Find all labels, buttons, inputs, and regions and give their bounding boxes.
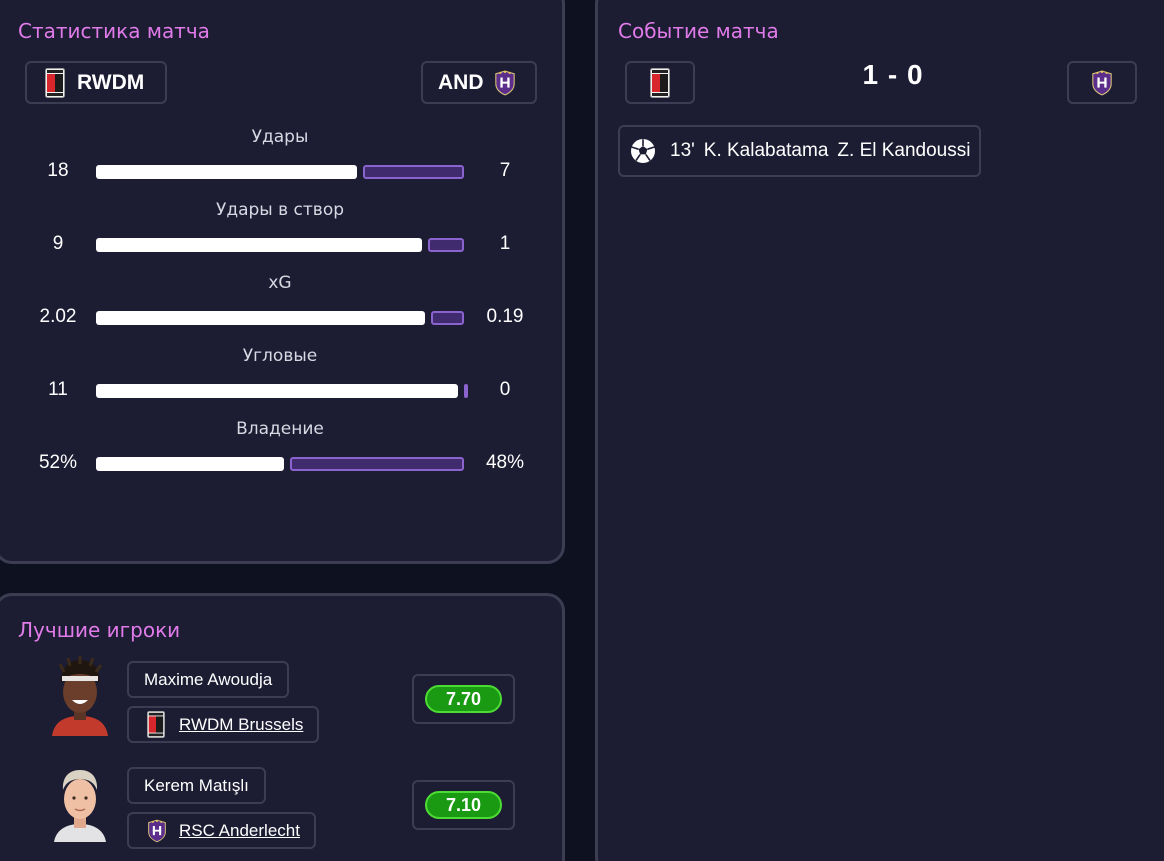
home-team-chip[interactable]: [625, 61, 695, 104]
stat-away-bar: [431, 311, 464, 325]
event-scorer: K. Kalabatama: [703, 140, 829, 161]
home-team-abbr: RWDM: [77, 70, 145, 94]
stat-away-value: 1: [499, 233, 511, 254]
stat-label: Удары в створ: [215, 200, 345, 220]
panel-title: Событие матча: [618, 19, 779, 43]
stat-away-bar: [428, 238, 464, 252]
stat-home-value: 18: [47, 160, 69, 181]
rating-box: 7.10: [412, 780, 515, 830]
match-score: 1 - 0: [862, 59, 924, 90]
stat-away-value: 48%: [485, 452, 525, 473]
top-players-panel: Лучшие игроки Maxime Awoudja RWDM Brusse…: [0, 593, 565, 861]
stat-home-bar: [96, 238, 422, 252]
player-avatar[interactable]: [48, 762, 112, 842]
stat-home-value: 11: [48, 379, 68, 400]
rating-box: 7.70: [412, 674, 515, 724]
stat-away-bar: [363, 165, 464, 179]
player-name-chip[interactable]: Maxime Awoudja: [127, 661, 290, 698]
away-team-abbr: AND: [438, 70, 484, 94]
home-team-chip[interactable]: RWDM: [25, 61, 167, 104]
stat-home-value: 2.02: [39, 306, 77, 327]
stat-home-bar: [96, 311, 425, 325]
stat-home-value: 52%: [38, 452, 78, 473]
away-team-chip[interactable]: [1067, 61, 1137, 104]
player-name: Maxime Awoudja: [144, 669, 273, 689]
stat-home-bar: [96, 165, 357, 179]
stat-away-bar: [464, 384, 468, 398]
rwdm-crest-icon: [45, 68, 65, 98]
player-name: Kerem Matışlı: [144, 775, 249, 795]
match-events-panel: Событие матча 1 - 0 13' K. Kalabatama Z.…: [595, 0, 1164, 861]
stat-label: Владение: [236, 419, 324, 439]
rwdm-crest-icon: [650, 68, 670, 98]
goal-event-row[interactable]: 13' K. Kalabatama Z. El Kandoussi: [618, 125, 982, 177]
stat-away-value: 7: [499, 160, 511, 181]
stat-home-bar: [96, 384, 458, 398]
panel-title: Лучшие игроки: [18, 618, 181, 642]
panel-title: Статистика матча: [18, 19, 210, 43]
player-name-chip[interactable]: Kerem Matışlı: [127, 767, 266, 804]
match-stats-panel: Статистика матча RWDM AND Удары 18 7 Удары …: [0, 0, 565, 564]
stat-away-value: 0: [499, 379, 511, 400]
player-avatar[interactable]: [48, 656, 112, 736]
anderlecht-crest-icon: [1091, 69, 1113, 97]
stat-home-value: 9: [52, 233, 64, 254]
stat-home-bar: [96, 457, 284, 471]
soccer-ball-icon: [630, 138, 656, 164]
player-club-chip[interactable]: RWDM Brussels: [127, 706, 320, 743]
stat-label: Угловые: [242, 346, 318, 366]
anderlecht-crest-icon: [494, 69, 516, 97]
anderlecht-crest-icon: [147, 818, 167, 844]
stat-away-value: 0.19: [486, 306, 524, 327]
stat-label: xG: [268, 273, 292, 293]
player-club-chip[interactable]: RSC Anderlecht: [127, 812, 316, 849]
club-link[interactable]: RSC Anderlecht: [179, 821, 300, 841]
stat-label: Удары: [251, 127, 309, 147]
event-minute: 13': [670, 140, 695, 161]
event-assist: Z. El Kandoussi: [837, 140, 971, 161]
club-link[interactable]: RWDM Brussels: [179, 715, 303, 735]
rating-badge: 7.10: [425, 791, 502, 819]
away-team-chip[interactable]: AND: [421, 61, 537, 104]
stat-away-bar: [290, 457, 464, 471]
rating-badge: 7.70: [425, 685, 502, 713]
rwdm-crest-icon: [147, 711, 165, 738]
